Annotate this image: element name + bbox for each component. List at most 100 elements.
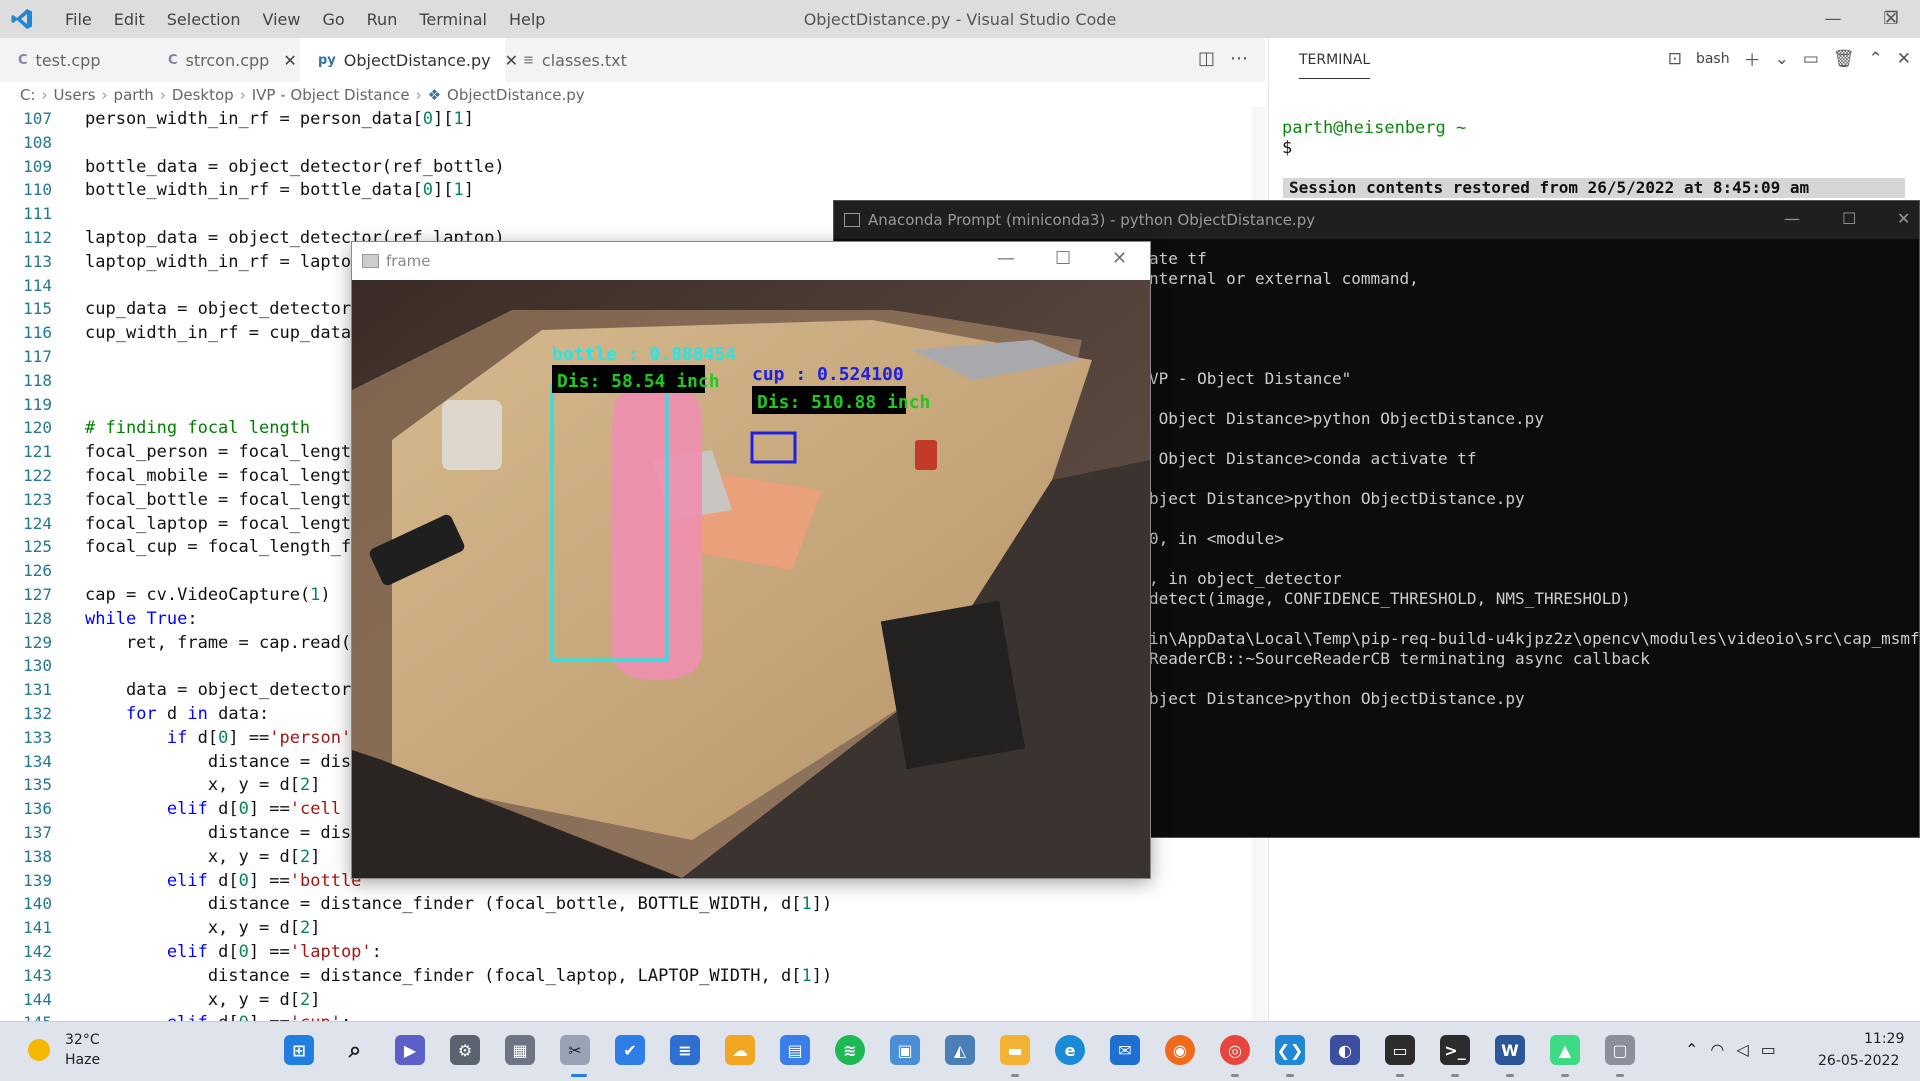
terminal-icon[interactable]: ▭ — [1385, 1035, 1415, 1065]
battery-icon[interactable]: ▭ — [1761, 1040, 1776, 1059]
menu-file[interactable]: File — [54, 10, 103, 29]
split-terminal-icon[interactable]: ▭ — [1803, 49, 1819, 69]
start-icon[interactable]: ⊞ — [284, 1035, 314, 1065]
menu-edit[interactable]: Edit — [103, 10, 156, 29]
edge-icon[interactable]: e — [1055, 1035, 1085, 1065]
weather-app-icon[interactable]: ☁ — [725, 1035, 755, 1065]
tab-test-cpp[interactable]: C test.cpp — [0, 38, 150, 82]
frame-title-bar[interactable]: frame — ☐ ✕ — [352, 242, 1150, 280]
settings-gear-icon[interactable]: ⚙ — [450, 1035, 480, 1065]
close-window-button[interactable]: ✕ — [1862, 0, 1920, 38]
menu-help[interactable]: Help — [498, 10, 556, 29]
new-terminal-icon[interactable]: ＋ — [1744, 46, 1761, 71]
frame-window[interactable]: frame — ☐ ✕ Dis: 58.54 inch bottle: 0.8… — [351, 241, 1151, 879]
command-prompt-icon[interactable]: >_ — [1440, 1035, 1470, 1065]
code-line[interactable]: 142 elif d[0] =='laptop': — [0, 940, 1252, 964]
android-studio-icon[interactable]: ▲ — [1550, 1035, 1580, 1065]
minimize-icon[interactable]: — — [997, 248, 1015, 269]
menu-selection[interactable]: Selection — [156, 10, 252, 29]
breadcrumb-item[interactable]: Desktop — [172, 86, 234, 104]
minimize-button[interactable]: — — [1804, 0, 1862, 38]
code-text: distance = distance_finder (focal_bottle… — [85, 894, 833, 915]
close-panel-icon[interactable]: ✕ — [1897, 49, 1911, 69]
tab-terminal[interactable]: TERMINAL — [1299, 52, 1371, 79]
running-indicator — [1506, 1074, 1514, 1077]
calculator-icon[interactable]: ▦ — [505, 1035, 535, 1065]
line-number: 120 — [23, 418, 52, 438]
split-editor-icon[interactable]: ◫ — [1198, 48, 1215, 69]
wifi-icon[interactable]: ◠ — [1710, 1040, 1724, 1059]
code-text: elif d[0] =='bottle' — [166, 870, 372, 891]
opencv-window-icon[interactable]: ▢ — [1605, 1035, 1635, 1065]
clock-time[interactable]: 11:29 — [1864, 1031, 1904, 1047]
anaconda-title-bar[interactable]: Anaconda Prompt (miniconda3) - python Ob… — [834, 201, 1919, 239]
chevron-down-icon[interactable]: ⌄ — [1775, 49, 1789, 69]
code-text: distance = dista — [85, 823, 372, 843]
breadcrumb-item[interactable]: C: — [20, 86, 36, 104]
code-line[interactable]: 107 person_width_in_rf = person_data[0][1… — [0, 107, 1252, 131]
chevron-up-icon[interactable]: ⌃ — [1685, 1040, 1698, 1059]
terminal-shell-label[interactable]: bash — [1696, 51, 1730, 67]
snipping-tool-icon[interactable]: ✂ — [560, 1035, 590, 1065]
volume-icon[interactable]: ◁ — [1736, 1040, 1748, 1059]
tab-label: test.cpp — [35, 50, 101, 70]
search-icon[interactable]: ⌕ — [340, 1035, 370, 1065]
firefox-icon[interactable]: ◉ — [1165, 1035, 1195, 1065]
maximize-icon[interactable]: ☐ — [1842, 209, 1856, 228]
chrome-icon[interactable]: ◎ — [1220, 1035, 1250, 1065]
code-line[interactable]: 108 — [0, 131, 1252, 155]
code-line[interactable]: 141 x, y = d[2] — [0, 916, 1252, 940]
console-line: , in object_detector — [1149, 569, 1342, 588]
code-line[interactable]: 145 elif d[0] =='cup': — [0, 1011, 1252, 1021]
code-line[interactable]: 144 x, y = d[2] — [0, 988, 1252, 1012]
tab-classes-txt[interactable]: ≡ classes.txt — [505, 38, 650, 82]
breadcrumb-item[interactable]: IVP - Object Distance — [252, 86, 410, 104]
menu-view[interactable]: View — [252, 10, 312, 29]
code-text: elif d[0] =='cell ph — [166, 799, 372, 820]
line-number: 127 — [23, 585, 52, 604]
teams-chat-icon[interactable]: ▶ — [395, 1035, 425, 1065]
weather-sun-icon[interactable] — [28, 1039, 50, 1061]
menu-go[interactable]: Go — [311, 10, 355, 29]
console-line: detect(image, CONFIDENCE_THRESHOLD, NMS_… — [1149, 589, 1631, 608]
code-line[interactable]: 140 distance = distance_finder (focal_bo… — [0, 892, 1252, 916]
mail-icon[interactable]: ✉ — [1110, 1035, 1140, 1065]
code-text: focal_laptop = focal_length_ — [85, 513, 372, 534]
menu-terminal[interactable]: Terminal — [408, 10, 498, 29]
menu-run[interactable]: Run — [356, 10, 409, 29]
clock-date[interactable]: 26-05-2022 — [1818, 1053, 1899, 1069]
code-line[interactable]: 143 distance = distance_finder (focal_la… — [0, 964, 1252, 988]
terminal-shell-icon[interactable]: ⊡ — [1668, 49, 1682, 69]
close-icon[interactable]: ✕ — [1112, 248, 1127, 269]
spotify-icon[interactable]: ≋ — [835, 1035, 865, 1065]
weather-temperature[interactable]: 32°C — [65, 1032, 100, 1048]
todo-icon[interactable]: ✔ — [615, 1035, 645, 1065]
photos-icon[interactable]: ◭ — [945, 1035, 975, 1065]
trash-icon[interactable]: 🗑 — [1833, 49, 1855, 69]
tab-objectdistance-py[interactable]: py ObjectDistance.py ✕ — [300, 38, 518, 82]
running-indicator — [1396, 1074, 1404, 1077]
code-line[interactable]: 110 bottle_width_in_rf = bottle_data[0][1… — [0, 178, 1252, 202]
close-tab-icon[interactable]: ✕ — [283, 51, 296, 70]
close-icon[interactable]: ✕ — [1897, 209, 1910, 228]
console-line: Object Distance>python ObjectDistance.py — [1149, 409, 1544, 428]
breadcrumb-item[interactable]: Users — [54, 86, 96, 104]
maximize-panel-icon[interactable]: ⌃ — [1869, 49, 1883, 69]
control-panel-icon[interactable]: ▣ — [890, 1035, 920, 1065]
maximize-icon[interactable]: ☐ — [1055, 248, 1071, 269]
calendar-icon[interactable]: ▤ — [780, 1035, 810, 1065]
vscode-icon[interactable]: ❮❯ — [1275, 1035, 1305, 1065]
code-line[interactable]: 109 bottle_data = object_detector(ref_bot… — [0, 155, 1252, 179]
breadcrumb-item[interactable]: parth — [114, 86, 154, 104]
running-indicator — [1561, 1074, 1569, 1077]
eclipse-icon[interactable]: ◐ — [1330, 1035, 1360, 1065]
breadcrumb-item[interactable]: ObjectDistance.py — [447, 86, 585, 104]
word-icon[interactable]: W — [1495, 1035, 1525, 1065]
file-explorer-icon[interactable]: ▬ — [1000, 1035, 1030, 1065]
minimize-icon[interactable]: — — [1784, 209, 1800, 228]
notepad-icon[interactable]: ≡ — [670, 1035, 700, 1065]
more-actions-icon[interactable]: ⋯ — [1230, 48, 1248, 69]
tab-strcon-cpp[interactable]: C strcon.cpp ✕ — [150, 38, 300, 82]
weather-description[interactable]: Haze — [65, 1052, 100, 1068]
line-number: 142 — [23, 942, 52, 961]
